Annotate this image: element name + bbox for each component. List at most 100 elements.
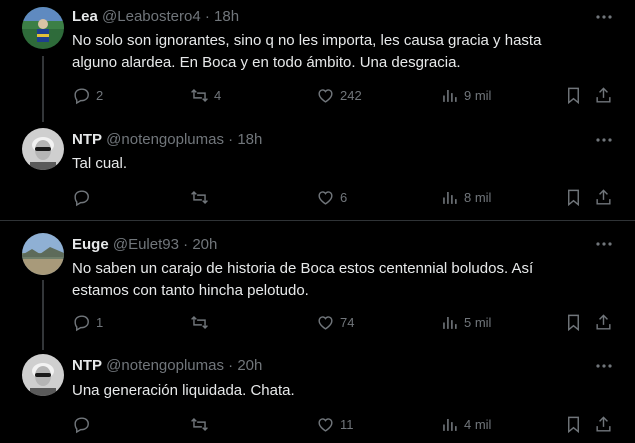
retweet-count: 4 — [214, 87, 222, 103]
views-button[interactable]: 8 mil — [440, 186, 491, 208]
like-icon — [318, 88, 333, 103]
tweet-lea[interactable]: Lea @Leabostero4 · 18h No solo son ignor… — [0, 0, 635, 118]
separator-dot: · — [183, 236, 189, 253]
views-button[interactable]: 5 mil — [440, 311, 491, 333]
author-handle[interactable]: @notengoplumas — [106, 357, 224, 374]
tweet-text-line: alguno alardea. En Boca y en todo ámbito… — [72, 54, 461, 71]
views-count: 8 mil — [464, 189, 492, 205]
like-count: 242 — [340, 87, 362, 103]
tweet-ntp-2[interactable]: NTP @notengoplumas · 20h Una generación … — [0, 343, 635, 443]
share-button[interactable] — [594, 84, 613, 106]
like-icon — [318, 315, 333, 330]
tweet-text-line: No saben un carajo de historia de Boca e… — [72, 260, 534, 277]
avatar[interactable] — [22, 233, 64, 275]
views-count: 5 mil — [464, 314, 492, 330]
views-button[interactable]: 9 mil — [440, 84, 491, 106]
bookmark-button[interactable] — [564, 84, 583, 106]
retweet-icon — [191, 88, 208, 102]
views-count: 4 mil — [464, 416, 492, 432]
tweet-header: NTP @notengoplumas · 20h — [72, 357, 262, 374]
tweet-euge[interactable]: Euge @Eulet93 · 20h No saben un carajo d… — [0, 221, 635, 343]
views-icon — [443, 316, 457, 329]
tweet-text-line: estamos con tanto hincha pelotudo. — [72, 282, 309, 299]
like-button[interactable]: 74 — [316, 311, 354, 333]
retweet-button[interactable] — [190, 311, 209, 333]
reply-icon — [74, 87, 89, 104]
like-count: 11 — [340, 416, 354, 432]
avatar[interactable] — [22, 354, 64, 396]
bookmark-icon — [568, 87, 579, 104]
share-button[interactable] — [594, 413, 613, 435]
tweet-text-line: No solo son ignorantes, sino q no les im… — [72, 32, 542, 49]
author-handle[interactable]: @Eulet93 — [113, 236, 179, 253]
reply-button[interactable]: 1 — [72, 311, 103, 333]
share-icon — [596, 313, 611, 330]
avatar[interactable] — [22, 128, 64, 170]
tweet-text: No saben un carajo de historia de Boca e… — [72, 258, 602, 302]
more-options-button[interactable] — [594, 130, 614, 150]
bookmark-icon — [568, 416, 579, 433]
retweet-button[interactable]: 4 — [190, 84, 221, 106]
bookmark-icon — [568, 314, 579, 331]
views-button[interactable]: 4 mil — [440, 413, 491, 435]
share-button[interactable] — [594, 186, 613, 208]
timestamp[interactable]: 18h — [237, 131, 262, 148]
author-handle[interactable]: @notengoplumas — [106, 131, 224, 148]
timestamp[interactable]: 18h — [214, 8, 239, 25]
reply-icon — [74, 189, 89, 206]
tweet-header: NTP @notengoplumas · 18h — [72, 131, 262, 148]
views-icon — [443, 89, 457, 102]
timestamp[interactable]: 20h — [192, 236, 217, 253]
views-icon — [443, 418, 457, 431]
action-bar: 2 4 242 9 mil — [72, 84, 617, 106]
more-options-button[interactable] — [594, 234, 614, 254]
share-icon — [596, 188, 611, 205]
more-icon — [596, 242, 612, 246]
timestamp[interactable]: 20h — [237, 357, 262, 374]
reply-button[interactable] — [72, 186, 91, 208]
like-button[interactable]: 6 — [316, 186, 347, 208]
retweet-button[interactable] — [190, 413, 209, 435]
separator-dot: · — [228, 357, 234, 374]
views-count: 9 mil — [464, 87, 492, 103]
more-icon — [596, 364, 612, 368]
tweet-text: No solo son ignorantes, sino q no les im… — [72, 30, 602, 74]
reply-count: 1 — [96, 314, 104, 330]
more-options-button[interactable] — [594, 356, 614, 376]
reply-button[interactable] — [72, 413, 91, 435]
like-button[interactable]: 242 — [316, 84, 362, 106]
author-name[interactable]: Euge — [72, 236, 109, 253]
more-options-button[interactable] — [594, 7, 614, 27]
author-name[interactable]: NTP — [72, 131, 102, 148]
reply-icon — [74, 416, 89, 433]
share-button[interactable] — [594, 311, 613, 333]
tweet-ntp[interactable]: NTP @notengoplumas · 18h Tal cual. 6 8 m… — [0, 118, 635, 220]
bookmark-button[interactable] — [564, 311, 583, 333]
reply-count: 2 — [96, 87, 104, 103]
reply-icon — [74, 314, 89, 331]
tweet-text-line: Tal cual. — [72, 155, 128, 172]
author-name[interactable]: NTP — [72, 357, 102, 374]
reply-button[interactable]: 2 — [72, 84, 103, 106]
like-button[interactable]: 11 — [316, 413, 354, 435]
action-bar: 6 8 mil — [72, 186, 617, 208]
bookmark-button[interactable] — [564, 413, 583, 435]
share-icon — [596, 86, 611, 103]
tweet-text: Una generación liquidada. Chata. — [72, 380, 602, 402]
retweet-icon — [191, 315, 208, 329]
more-icon — [596, 138, 612, 142]
views-icon — [443, 191, 457, 204]
more-icon — [596, 15, 612, 19]
separator-dot: · — [204, 8, 210, 25]
bookmark-icon — [568, 189, 579, 206]
avatar[interactable] — [22, 7, 64, 49]
action-bar: 1 74 5 mil — [72, 311, 617, 333]
author-handle[interactable]: @Leabostero4 — [102, 8, 201, 25]
separator-dot: · — [228, 131, 234, 148]
retweet-icon — [191, 190, 208, 204]
tweet-header: Euge @Eulet93 · 20h — [72, 236, 217, 253]
retweet-button[interactable] — [190, 186, 209, 208]
author-name[interactable]: Lea — [72, 8, 98, 25]
action-bar: 11 4 mil — [72, 413, 617, 435]
bookmark-button[interactable] — [564, 186, 583, 208]
